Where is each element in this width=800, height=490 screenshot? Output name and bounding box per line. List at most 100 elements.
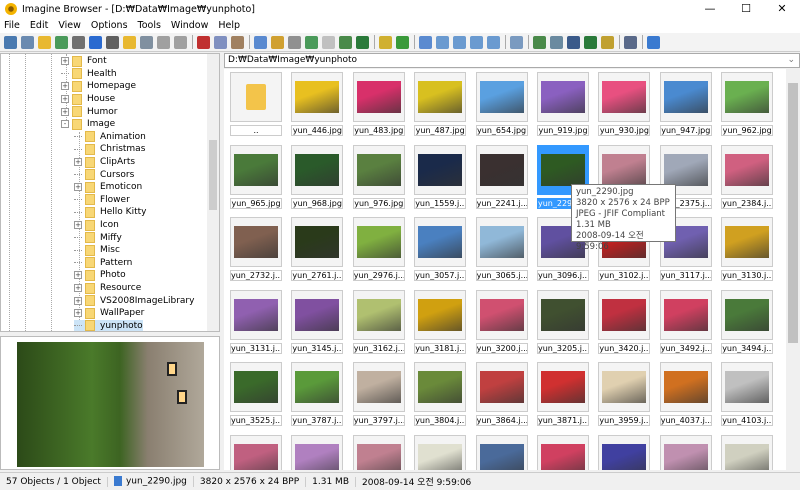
tree-item-icon[interactable]: + Icon xyxy=(74,219,119,232)
view-icon[interactable] xyxy=(4,35,17,49)
copy-to-icon[interactable] xyxy=(55,35,68,49)
info-icon[interactable] xyxy=(89,35,102,49)
small-icons-icon[interactable] xyxy=(453,35,466,49)
thumbnail-item[interactable]: yun_4037.j... xyxy=(659,362,712,427)
convert-icon[interactable] xyxy=(533,35,546,49)
thumbnail-item[interactable]: yun_3200.j... xyxy=(475,289,528,354)
batch-icon[interactable] xyxy=(550,35,563,49)
minimize-button[interactable]: — xyxy=(692,0,728,18)
grid-icon[interactable] xyxy=(322,35,335,49)
preview-icon[interactable] xyxy=(339,35,352,49)
filmstrip-icon[interactable] xyxy=(584,35,597,49)
history-icon[interactable] xyxy=(288,35,301,49)
thumbnail-item[interactable] xyxy=(475,435,528,470)
menu-tools[interactable]: Tools xyxy=(138,20,161,31)
tree-item-emoticon[interactable]: + Emoticon xyxy=(74,181,142,194)
thumbnail-item[interactable]: yun_3065.j... xyxy=(475,217,528,282)
tree-item-yunphoto[interactable]: yunphoto xyxy=(74,319,143,331)
thumbnail-item[interactable]: yun_3145.j... xyxy=(291,289,344,354)
cut-icon[interactable] xyxy=(197,35,210,49)
map-icon[interactable] xyxy=(356,35,369,49)
chevron-down-icon[interactable]: ⌄ xyxy=(787,54,795,67)
thumbnail-item[interactable]: yun_3181.j... xyxy=(414,289,467,354)
close-button[interactable]: ✕ xyxy=(764,0,800,18)
thumbnail-item[interactable]: yun_2241.j... xyxy=(475,144,528,209)
expand-icon[interactable]: + xyxy=(74,271,82,280)
thumbnail-item[interactable]: yun_3130.j... xyxy=(721,217,774,282)
tree-item-cliparts[interactable]: + ClipArts xyxy=(74,156,135,169)
tree-item-misc[interactable]: Misc xyxy=(74,244,120,257)
thumbnail-item[interactable]: yun_930.jpg xyxy=(598,72,651,136)
thumbnail-item[interactable]: yun_976.jpg xyxy=(352,144,405,209)
window-icon[interactable] xyxy=(254,35,267,49)
tree-item-wallpaper[interactable]: + WallPaper xyxy=(74,307,144,320)
paste-icon[interactable] xyxy=(231,35,244,49)
thumbnail-item[interactable]: yun_483.jpg xyxy=(352,72,405,136)
thumbnail-item[interactable]: yun_3959.j... xyxy=(598,362,651,427)
tree-item-pattern[interactable]: Pattern xyxy=(74,257,132,270)
favorites-icon[interactable] xyxy=(305,35,318,49)
fullscreen-icon[interactable] xyxy=(624,35,637,49)
details-icon[interactable] xyxy=(487,35,500,49)
tree-item-image[interactable]: - Image xyxy=(61,118,115,131)
expand-icon[interactable]: + xyxy=(61,57,69,66)
thumbnail-item[interactable]: yun_3162.j... xyxy=(352,289,405,354)
properties-icon[interactable] xyxy=(174,35,187,49)
slideshow-icon[interactable] xyxy=(21,35,34,49)
parent-folder-item[interactable]: .. xyxy=(230,72,282,136)
thumbnail-item[interactable] xyxy=(598,435,651,470)
thumbnail-item[interactable]: yun_962.jpg xyxy=(721,72,774,136)
expand-icon[interactable]: + xyxy=(74,284,82,293)
thumbnail-item[interactable]: yun_2976.j... xyxy=(352,217,405,282)
tree-item-hello-kitty[interactable]: Hello Kitty xyxy=(74,206,146,219)
tree-item-resource[interactable]: + Resource xyxy=(74,282,141,295)
tree-scroll-thumb[interactable] xyxy=(209,140,217,210)
thumbnail-item[interactable]: yun_3787.j... xyxy=(291,362,344,427)
thumbnail-item[interactable] xyxy=(230,435,282,470)
thumbnail-item[interactable]: yun_3804.j... xyxy=(414,362,467,427)
thumbnail-item[interactable] xyxy=(659,435,712,470)
thumbnail-item[interactable]: yun_3525.j... xyxy=(230,362,282,427)
thumbnail-item[interactable]: yun_968.jpg xyxy=(291,144,344,209)
thumbnail-grid[interactable]: .. yun_446.jpg yun_483.jpg yun_487.jpg yun_6… xyxy=(224,69,786,470)
expand-icon[interactable]: + xyxy=(74,183,82,192)
thumbnail-item[interactable]: yun_2732.j... xyxy=(230,217,282,282)
new-folder-icon[interactable] xyxy=(123,35,136,49)
menu-edit[interactable]: Edit xyxy=(30,20,48,31)
thumbnail-item[interactable]: yun_2384.j... xyxy=(721,144,774,209)
thumbnail-item[interactable]: yun_3205.j... xyxy=(537,289,589,354)
collapse-icon[interactable]: - xyxy=(61,120,69,129)
folder-up-icon[interactable] xyxy=(379,35,392,49)
delete-icon[interactable] xyxy=(157,35,170,49)
tree-item-flower[interactable]: Flower xyxy=(74,194,130,207)
tree-item-homepage[interactable]: + Homepage xyxy=(61,80,136,93)
grid-scroll-thumb[interactable] xyxy=(788,83,798,343)
tree-item-christmas[interactable]: Christmas xyxy=(74,143,145,156)
expand-icon[interactable]: + xyxy=(61,107,69,116)
thumbnail-item[interactable] xyxy=(414,435,467,470)
scan-icon[interactable] xyxy=(106,35,119,49)
expand-icon[interactable]: + xyxy=(61,95,69,104)
thumbnail-item[interactable]: yun_965.jpg xyxy=(230,144,282,209)
tree-item-photo[interactable]: + Photo xyxy=(74,269,126,282)
tree-item-health[interactable]: Health xyxy=(61,68,117,81)
tree-scrollbar[interactable] xyxy=(207,54,219,331)
thumbnail-item[interactable]: yun_919.jpg xyxy=(537,72,589,136)
grid-scrollbar[interactable] xyxy=(786,69,800,470)
move-icon[interactable] xyxy=(140,35,153,49)
thumbnail-item[interactable]: yun_3797.j... xyxy=(352,362,405,427)
menu-help[interactable]: Help xyxy=(218,20,240,31)
thumbnail-item[interactable] xyxy=(537,435,589,470)
thumbnail-item[interactable]: yun_446.jpg xyxy=(291,72,344,136)
address-bar[interactable]: D:₩Data₩Image₩yunphoto ⌄ xyxy=(224,53,800,68)
thumbnail-item[interactable]: yun_3871.j... xyxy=(537,362,589,427)
thumbnail-item[interactable] xyxy=(721,435,774,470)
expand-icon[interactable]: + xyxy=(74,221,82,230)
expand-icon[interactable]: + xyxy=(74,296,82,305)
expand-icon[interactable]: + xyxy=(74,309,82,318)
tree-item-miffy[interactable]: Miffy xyxy=(74,231,122,244)
thumbnail-item[interactable]: yun_654.jpg xyxy=(475,72,528,136)
tree-item-font[interactable]: + Font xyxy=(61,55,107,68)
folder-tree[interactable]: + Font Health + Homepage + House + Humor - Image An… xyxy=(0,53,220,332)
edit-icon[interactable] xyxy=(601,35,614,49)
